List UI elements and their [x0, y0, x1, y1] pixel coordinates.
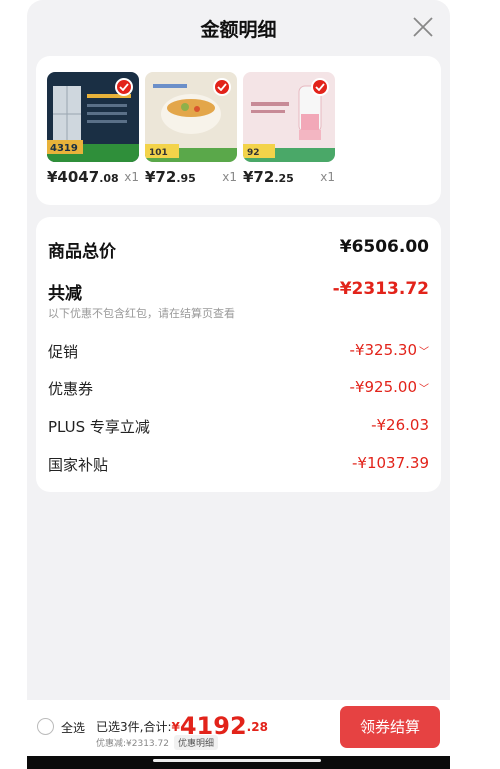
plus-discount-row: PLUS 专享立减 -¥26.03: [48, 416, 429, 438]
total-discount-row: 共减 -¥2313.72: [48, 279, 429, 304]
total-discount-label: 共减: [48, 284, 82, 304]
product-quantity: x1: [124, 170, 139, 184]
product-item[interactable]: 101 ¥72.95 x1: [145, 72, 237, 187]
coupon-label: 优惠券: [48, 380, 94, 398]
product-price: ¥72.95: [145, 168, 196, 186]
amount-detail-sheet: 金额明细 4319 ¥4047.08 x1 101 ¥72.95 x1 92 ¥…: [27, 0, 450, 769]
discount-detail-button[interactable]: 优惠明细: [173, 735, 218, 750]
selected-check-icon: [213, 78, 231, 96]
promotion-label: 促销: [48, 343, 79, 361]
promo-price: 101: [149, 148, 168, 158]
product-image-hot-pot: 101: [145, 72, 237, 162]
product-quantity: x1: [222, 170, 237, 184]
discount-summary-text: 优惠减:¥2313.72: [96, 739, 169, 749]
product-image-refrigerator: 4319: [47, 72, 139, 162]
product-price: ¥72.25: [243, 168, 294, 186]
total-price-label: 商品总价: [48, 242, 116, 262]
discount-summary: 优惠减:¥2313.72 优惠明细: [96, 735, 218, 750]
promo-price: 4319: [50, 143, 78, 154]
product-card: 4319 ¥4047.08 x1 101 ¥72.95 x1 92 ¥72.25…: [36, 56, 441, 205]
selected-check-icon: [115, 78, 133, 96]
sheet-title: 金额明细: [200, 19, 277, 41]
price-summary-card: 商品总价 ¥6506.00 共减 -¥2313.72 以下优惠不包含红包，请在结…: [36, 217, 441, 492]
total-price-row: 商品总价 ¥6506.00: [48, 237, 429, 262]
product-image-blender: 92: [243, 72, 335, 162]
national-subsidy-value: -¥1037.39: [352, 454, 429, 472]
product-item[interactable]: 92 ¥72.25 x1: [243, 72, 335, 187]
selected-check-icon: [311, 78, 329, 96]
total-price-value: ¥6506.00: [339, 237, 429, 257]
promo-price: 92: [247, 148, 260, 158]
national-subsidy-row: 国家补贴 -¥1037.39: [48, 454, 429, 476]
plus-discount-label: PLUS 专享立减: [48, 418, 150, 436]
select-all-label[interactable]: 全选: [61, 719, 85, 736]
checkout-button[interactable]: 领券结算: [340, 706, 440, 748]
total-discount-value: -¥2313.72: [332, 279, 429, 299]
promotion-row[interactable]: 促销 -¥325.30 ﹀: [48, 341, 429, 363]
discount-note: 以下优惠不包含红包，请在结算页查看: [48, 307, 235, 320]
coupon-value: -¥925.00 ﹀: [349, 378, 429, 396]
product-item[interactable]: 4319 ¥4047.08 x1: [47, 72, 139, 187]
product-price: ¥4047.08: [47, 168, 119, 186]
coupon-row[interactable]: 优惠券 -¥925.00 ﹀: [48, 378, 429, 400]
plus-discount-value: -¥26.03: [371, 416, 429, 434]
select-all-radio[interactable]: [37, 718, 54, 735]
home-indicator-bar: [27, 756, 450, 769]
promotion-value: -¥325.30 ﹀: [349, 341, 429, 359]
chevron-down-icon: ﹀: [419, 347, 429, 358]
home-indicator[interactable]: [153, 759, 321, 762]
close-icon[interactable]: [410, 14, 436, 40]
sheet-header: 金额明细: [27, 0, 450, 56]
national-subsidy-label: 国家补贴: [48, 456, 109, 474]
selected-count-text: 已选3件,合计:: [96, 720, 172, 734]
product-quantity: x1: [320, 170, 335, 184]
checkout-bar: 全选 已选3件,合计:¥4192.28 优惠减:¥2313.72 优惠明细 领券结…: [27, 700, 450, 756]
chevron-down-icon: ﹀: [419, 384, 429, 395]
